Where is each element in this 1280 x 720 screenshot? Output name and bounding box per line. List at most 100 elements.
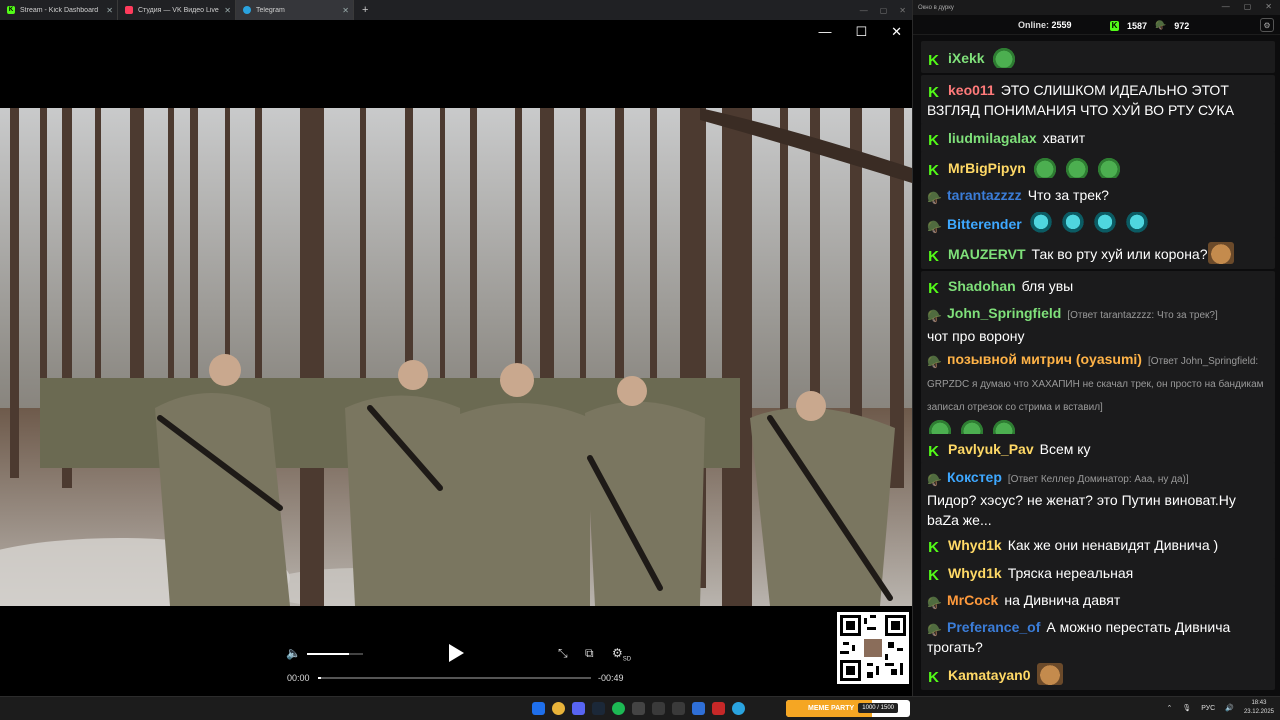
chat-username[interactable]: Pavlyuk_Pav — [948, 441, 1034, 457]
discord-icon[interactable] — [572, 702, 585, 715]
chat-settings-button[interactable]: ⚙ — [1260, 18, 1274, 32]
chat-message: 🪖 Кокстер [Ответ Келлер Доминатор: Ааа, ну… — [921, 462, 1275, 535]
maximize-icon[interactable]: ▢ — [880, 6, 888, 15]
app-icon[interactable] — [672, 702, 685, 715]
chat-message-text: хватит — [1042, 130, 1086, 146]
seek-bar-fill — [318, 677, 321, 679]
time-remaining: -00:49 — [598, 673, 624, 683]
chat-username[interactable]: Shadohan — [948, 278, 1016, 294]
kick-badge-icon: K — [928, 248, 939, 265]
chat-username[interactable]: Whyd1k — [948, 565, 1002, 581]
chat-message: K MrBigPipyn — [921, 151, 1275, 183]
microphone-icon[interactable]: 🎙 — [1182, 704, 1191, 712]
tab-label: Telegram — [256, 6, 285, 14]
chat-message-text: Всем ку — [1039, 441, 1091, 457]
chat-username[interactable]: iXekk — [948, 50, 985, 66]
close-icon[interactable]: ✕ — [106, 6, 113, 15]
picture-in-picture-icon[interactable]: ⧉ — [585, 646, 594, 661]
quality-badge: SD — [622, 656, 632, 663]
chat-message: K Pavlyuk_Pav Всем ку — [921, 434, 1275, 464]
chrome-icon[interactable] — [552, 702, 565, 715]
tab-label: Stream - Kick Dashboard — [20, 6, 99, 14]
volume-icon[interactable]: 🔈 — [286, 646, 301, 660]
kick-badge-icon: K — [928, 162, 939, 179]
chat-username[interactable]: John_Springfield — [947, 305, 1061, 321]
minimize-icon[interactable]: — — [860, 6, 868, 15]
chat-message: 🪖 Bitterender — [921, 207, 1275, 239]
kick-icon: K — [7, 6, 15, 14]
chat-username[interactable]: позывной митрич (oyasumi) — [947, 351, 1142, 367]
browser-window-controls: — ▢ ✕ — [860, 0, 906, 20]
steam-icon[interactable] — [592, 702, 605, 715]
chevron-up-icon[interactable]: ⌃ — [1166, 704, 1172, 712]
maximize-icon[interactable]: ▢ — [1244, 2, 1252, 11]
chat-username[interactable]: keo011 — [948, 82, 995, 98]
chat-window-title: Окно в дурку — [918, 4, 954, 11]
speaker-icon[interactable]: 🔊 — [1225, 704, 1234, 712]
seek-bar[interactable] — [318, 677, 591, 679]
telegram-icon — [243, 6, 251, 14]
chat-message-text: Пидор? хэсус? не женат? это Путин винова… — [927, 492, 1236, 528]
chat-username[interactable]: liudmilagalax — [948, 130, 1037, 146]
kick-badge-icon: K — [928, 669, 939, 686]
close-icon[interactable]: ✕ — [899, 6, 906, 15]
minimize-icon[interactable]: — — [818, 24, 831, 40]
browser-icon[interactable] — [712, 702, 725, 715]
close-icon[interactable]: ✕ — [891, 24, 902, 40]
chat-titlebar: Окно в дурку — ▢ ✕ — [913, 0, 1280, 15]
obs-icon[interactable] — [632, 702, 645, 715]
telegram-icon[interactable] — [732, 702, 745, 715]
taskbar-apps — [532, 702, 745, 715]
language-indicator[interactable]: РУС — [1201, 705, 1215, 712]
volume-slider-fill — [307, 653, 349, 655]
chat-username[interactable]: MrBigPipyn — [948, 160, 1026, 176]
chat-message: K MAUZERVT Так во рту хуй или корона? — [921, 237, 1275, 269]
time-current: 00:00 — [287, 673, 310, 683]
reply-quote: [Ответ tarantazzzz: Что за трек?] — [1067, 310, 1218, 321]
chat-username[interactable]: Preferance_of — [947, 619, 1040, 635]
chat-username[interactable]: Whyd1k — [948, 537, 1002, 553]
cat-emote-icon — [1207, 242, 1234, 264]
media-player-icon[interactable] — [692, 702, 705, 715]
quality-settings-icon[interactable]: ⚙SD — [612, 646, 631, 662]
close-icon[interactable]: ✕ — [1265, 2, 1272, 11]
maximize-icon[interactable]: ☐ — [855, 24, 867, 40]
tab-vk-video[interactable]: Студия — VK Видео Live ✕ — [118, 0, 236, 20]
kick-badge-icon: K — [928, 132, 939, 149]
chat-message: Kkeo011 ЭТО СЛИШКОМ ИДЕАЛЬНО ЭТОТ ВЗГЛЯД … — [921, 75, 1275, 125]
chat-username[interactable]: MAUZERVT — [948, 246, 1026, 262]
vk-user-icon: 🪖 — [1155, 20, 1167, 30]
vk-badge-icon: 🪖 — [927, 473, 942, 487]
chat-username[interactable]: Bitterender — [947, 216, 1022, 232]
tab-telegram[interactable]: Telegram ✕ — [236, 0, 354, 20]
cat-emote-icon — [1036, 663, 1063, 685]
close-icon[interactable]: ✕ — [224, 6, 231, 15]
ghost-emote-icon — [1091, 212, 1118, 234]
windows-taskbar: MEME PARTY 1000 / 1500 ⌃ 🎙 РУС 🔊 18:43 2… — [0, 696, 1280, 720]
chat-username[interactable]: Kamatayan0 — [948, 667, 1031, 683]
chat-message: 🪖 tarantazzzz Что за трек? — [921, 180, 1275, 210]
minimize-icon[interactable]: — — [1222, 2, 1230, 11]
tab-kick-dashboard[interactable]: K Stream - Kick Dashboard ✕ — [0, 0, 118, 20]
kick-badge-icon: K — [928, 84, 939, 101]
new-tab-button[interactable]: + — [354, 0, 376, 20]
start-icon[interactable] — [532, 702, 545, 715]
clock[interactable]: 18:43 23.12.2025 — [1244, 699, 1274, 717]
meme-party-widget[interactable]: MEME PARTY 1000 / 1500 — [786, 700, 910, 717]
ghost-emote-icon — [1027, 212, 1054, 234]
spotify-icon[interactable] — [612, 702, 625, 715]
play-button[interactable] — [449, 644, 464, 662]
chat-username[interactable]: tarantazzzz — [947, 187, 1022, 203]
video-frame[interactable] — [0, 108, 912, 606]
app-icon[interactable] — [652, 702, 665, 715]
exit-fullscreen-icon[interactable]: ⤡ — [558, 646, 568, 661]
pepe-emote-icon — [1095, 156, 1122, 178]
online-counter: Online: 2559 — [1018, 20, 1072, 30]
chat-window-controls: — ▢ ✕ — [1222, 2, 1272, 11]
ghost-emote-icon — [1059, 212, 1086, 234]
chat-username[interactable]: MrCock — [947, 592, 998, 608]
chat-username[interactable]: Кокстер — [947, 469, 1002, 485]
vk-badge-icon: 🪖 — [927, 596, 942, 610]
close-icon[interactable]: ✕ — [342, 6, 349, 15]
chat-message: KiXekk — [921, 41, 1275, 73]
